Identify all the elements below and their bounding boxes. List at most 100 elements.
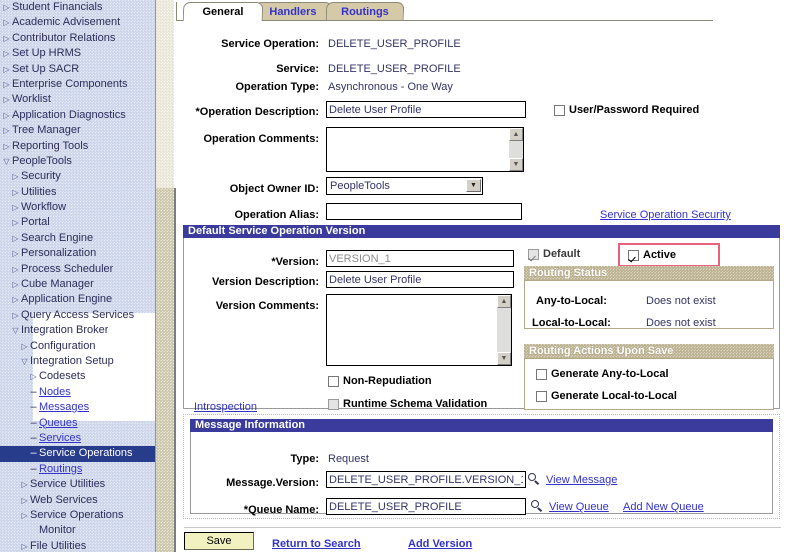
queue-name-lookup-icon[interactable] (531, 500, 544, 513)
generate-local-to-local-checkbox[interactable] (536, 390, 547, 402)
sidebar-item-nodes[interactable]: – Nodes (0, 385, 155, 400)
sidebar-item-security[interactable]: ▷ Security (0, 169, 155, 184)
scroll-down-icon[interactable]: ▼ (509, 158, 523, 171)
sidebar-item-integration-broker[interactable]: ▽ Integration Broker (0, 323, 155, 338)
sidebar-item-academic-advisement[interactable]: ▷ Academic Advisement (0, 15, 155, 30)
sidebar-item-contributor-relations[interactable]: ▷ Contributor Relations (0, 31, 155, 46)
sidebar-item-application-engine[interactable]: ▷ Application Engine (0, 292, 155, 307)
user-password-required-row[interactable]: User/Password Required (554, 104, 699, 116)
message-version-lookup-icon[interactable] (528, 473, 541, 486)
main-content-panel: General Handlers Routings Service Operat… (176, 0, 789, 552)
non-repudiation-label: Non-Repudiation (343, 375, 432, 387)
sidebar-item-file-utilities[interactable]: ▷ File Utilities (0, 539, 155, 552)
sidebar-item-workflow[interactable]: ▷ Workflow (0, 200, 155, 215)
generate-any-to-local-row[interactable]: Generate Any-to-Local (536, 368, 669, 380)
sidebar-item-application-diagnostics[interactable]: ▷ Application Diagnostics (0, 108, 155, 123)
message-version-input[interactable] (326, 471, 526, 488)
user-password-required-checkbox[interactable] (554, 104, 565, 116)
sidebar-item-set-up-sacr[interactable]: ▷ Set Up SACR (0, 62, 155, 77)
sidebar-item-query-access-services[interactable]: ▷ Query Access Services (0, 308, 155, 323)
sidebar-item-peopletools[interactable]: ▽ PeopleTools (0, 154, 155, 169)
version-description-input[interactable] (326, 271, 514, 288)
return-to-search-link[interactable]: Return to Search (272, 538, 361, 550)
non-repudiation-row[interactable]: Non-Repudiation (328, 375, 432, 387)
object-owner-id-select-wrapper[interactable]: PeopleTools ▼ (326, 177, 483, 195)
tab-handlers[interactable]: Handlers (253, 2, 333, 20)
sidebar-item-label: Nodes (39, 385, 71, 398)
operation-comments-textarea[interactable] (326, 127, 524, 172)
sidebar-nav-list[interactable]: ▷ Student Financials ▷ Academic Advisement ▷… (0, 0, 155, 552)
view-queue-link[interactable]: View Queue (549, 501, 609, 513)
view-message-link[interactable]: View Message (546, 474, 617, 486)
leaf-dash-icon: – (30, 462, 37, 475)
object-owner-id-select[interactable]: PeopleTools (326, 177, 483, 195)
sidebar-item-service-operations[interactable]: ▷ Service Operations (0, 508, 155, 523)
sidebar-item-portal[interactable]: ▷ Portal (0, 215, 155, 230)
version-comments-textarea[interactable] (326, 294, 512, 366)
tab-general[interactable]: General (182, 2, 264, 21)
chevron-right-icon: ▷ (12, 264, 19, 274)
sidebar-item-label: File Utilities (30, 539, 87, 552)
sidebar-item-label: Query Access Services (21, 308, 135, 321)
sidebar-item-utilities[interactable]: ▷ Utilities (0, 185, 155, 200)
default-checkbox-row[interactable]: Default (528, 248, 580, 260)
sidebar-item-set-up-hrms[interactable]: ▷ Set Up HRMS (0, 46, 155, 61)
chevron-right-icon: ▷ (3, 3, 10, 12)
sidebar-item-services[interactable]: – Services (0, 431, 155, 446)
sidebar-item-integration-setup[interactable]: ▽ Integration Setup (0, 354, 155, 369)
version-input (326, 250, 514, 267)
sidebar-item-codesets[interactable]: ▷ Codesets (0, 369, 155, 384)
sidebar-item-label: Queues (39, 416, 78, 429)
chevron-right-icon: ▷ (3, 110, 10, 120)
sidebar-item-service-operations[interactable]: – Service Operations (0, 446, 155, 462)
operation-alias-input[interactable] (326, 203, 522, 220)
tab-strip[interactable]: General Handlers Routings (176, 0, 789, 22)
sidebar-item-web-services[interactable]: ▷ Web Services (0, 493, 155, 508)
operation-description-input[interactable] (326, 101, 526, 118)
scroll-down-icon[interactable]: ▼ (497, 352, 511, 365)
scroll-up-icon[interactable]: ▲ (497, 295, 511, 308)
navigation-sidebar[interactable]: ▷ Student Financials ▷ Academic Advisement ▷… (0, 0, 156, 552)
scroll-up-icon[interactable]: ▲ (509, 128, 523, 141)
default-checkbox-label: Default (543, 248, 581, 260)
add-version-link[interactable]: Add Version (408, 538, 472, 550)
sidebar-item-worklist[interactable]: ▷ Worklist (0, 92, 155, 107)
sidebar-item-messages[interactable]: – Messages (0, 400, 155, 415)
active-checkbox-row[interactable]: Active (628, 249, 676, 261)
introspection-link[interactable]: Introspection (194, 401, 257, 413)
sidebar-item-label: Enterprise Components (12, 77, 128, 90)
sidebar-item-enterprise-components[interactable]: ▷ Enterprise Components (0, 77, 155, 92)
service-operation-security-link[interactable]: Service Operation Security (600, 209, 731, 221)
active-checkbox[interactable] (628, 249, 639, 261)
sidebar-item-configuration[interactable]: ▷ Configuration (0, 339, 155, 354)
sidebar-item-label: PeopleTools (12, 154, 72, 167)
sidebar-item-label: Workflow (21, 201, 67, 214)
non-repudiation-checkbox[interactable] (328, 375, 339, 387)
sidebar-item-tree-manager[interactable]: ▷ Tree Manager (0, 123, 155, 138)
sidebar-item-service-utilities[interactable]: ▷ Service Utilities (0, 477, 155, 492)
sidebar-item-queues[interactable]: – Queues (0, 416, 155, 431)
sidebar-item-label: Portal (21, 216, 50, 229)
chevron-right-icon: ▷ (3, 64, 10, 74)
generate-local-to-local-row[interactable]: Generate Local-to-Local (536, 390, 677, 402)
sidebar-item-label: Services (39, 431, 82, 444)
tab-routings[interactable]: Routings (325, 2, 405, 20)
chevron-down-icon[interactable]: ▼ (466, 179, 481, 192)
sidebar-item-search-engine[interactable]: ▷ Search Engine (0, 231, 155, 246)
queue-name-input[interactable] (326, 498, 526, 515)
generate-any-to-local-checkbox[interactable] (536, 368, 547, 380)
operation-comments-scrollbar[interactable]: ▲ ▼ (509, 128, 523, 171)
user-password-required-label: User/Password Required (569, 104, 700, 116)
sidebar-item-reporting-tools[interactable]: ▷ Reporting Tools (0, 139, 155, 154)
chevron-down-icon: ▽ (3, 156, 10, 166)
sidebar-item-label: Service Operations (39, 447, 133, 460)
sidebar-item-process-scheduler[interactable]: ▷ Process Scheduler (0, 262, 155, 277)
save-button[interactable]: Save (184, 532, 254, 550)
sidebar-item-student-financials[interactable]: ▷ Student Financials (0, 0, 155, 15)
sidebar-item-cube-manager[interactable]: ▷ Cube Manager (0, 277, 155, 292)
add-new-queue-link[interactable]: Add New Queue (623, 501, 704, 513)
version-comments-scrollbar[interactable]: ▲ ▼ (497, 295, 511, 365)
sidebar-item-monitor[interactable]: Monitor (0, 523, 155, 538)
sidebar-item-personalization[interactable]: ▷ Personalization (0, 246, 155, 261)
sidebar-item-routings[interactable]: – Routings (0, 462, 155, 477)
